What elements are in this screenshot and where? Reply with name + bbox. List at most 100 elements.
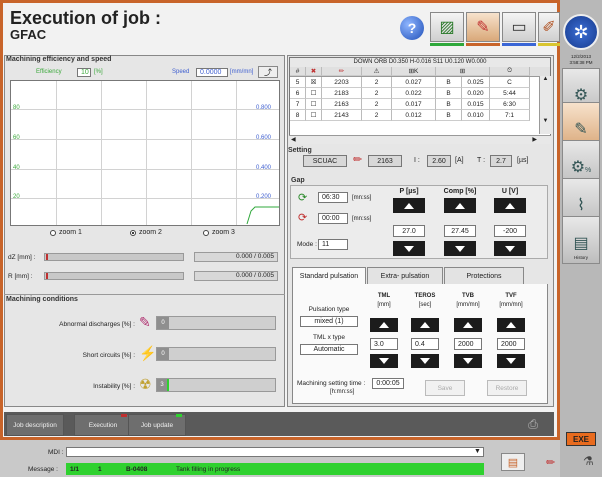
scroll-down-icon[interactable]: ▼ <box>540 118 551 124</box>
table-row[interactable]: 6 ☐ 2183 2 0.022 B 0.020 5:44 <box>290 88 550 99</box>
instability-label: Instability [%] : <box>93 383 135 390</box>
gap-title: Gap <box>291 177 305 184</box>
tvb-value[interactable]: 2000 <box>454 338 482 350</box>
zoom-1-radio[interactable]: zoom 1 <box>50 229 82 236</box>
u-value[interactable]: -200 <box>494 225 526 237</box>
restore-button[interactable]: Restore <box>487 380 527 396</box>
sidebar-item-history[interactable]: ▤ History <box>562 216 600 264</box>
teros-value[interactable]: 0.4 <box>411 338 439 350</box>
tml-increase-button[interactable] <box>370 318 398 332</box>
panel-button[interactable]: ▤ <box>501 453 525 471</box>
table-row[interactable]: 8 ☐ 2143 2 0.012 B 0.010 7:1 <box>290 110 550 121</box>
graph-mode-button[interactable]: ⤴ <box>258 66 278 78</box>
pen-icon[interactable]: ✏ <box>546 456 555 469</box>
tml-value[interactable]: 3.0 <box>370 338 398 350</box>
col-warning: ⚠ <box>362 67 392 76</box>
table-cell: 6:30 <box>490 99 530 110</box>
message-code: B-0408 <box>126 465 148 473</box>
table-hscrollbar[interactable]: ◀ ▶ <box>289 135 551 144</box>
graph-arrow-icon: ⤴ <box>264 67 272 77</box>
mdi-dropdown-icon[interactable]: ▼ <box>474 448 481 455</box>
arrow-up-icon <box>404 202 414 209</box>
comp-decrease-button[interactable] <box>444 241 476 256</box>
tvb-label: TVB <box>462 293 474 299</box>
mdi-input[interactable] <box>66 447 484 457</box>
dz-label: dZ [mm] : <box>8 254 36 261</box>
p-decrease-button[interactable] <box>393 241 425 256</box>
comp-value[interactable]: 27.45 <box>444 225 476 237</box>
wrench-button[interactable]: ✐ <box>538 12 560 42</box>
help-button[interactable]: ? <box>400 16 424 40</box>
arrow-up-icon <box>506 322 516 328</box>
save-button[interactable]: Save <box>425 380 465 396</box>
tvf-decrease-button[interactable] <box>497 354 525 368</box>
teros-increase-button[interactable] <box>411 318 439 332</box>
execution-tab[interactable]: Execution <box>74 414 132 436</box>
exe-badge[interactable]: EXE <box>566 432 596 446</box>
dz-bar <box>44 253 184 261</box>
table-cell: 0.022 <box>392 88 436 99</box>
edit-view-button[interactable]: ▨ <box>430 12 464 42</box>
wrench-icon: ✐ <box>542 19 556 36</box>
arrow-up-icon <box>463 322 473 328</box>
table-cell: 6 <box>290 88 306 99</box>
abnormal-label: Abnormal discharges [%] : <box>59 321 135 328</box>
col-number: # <box>290 67 306 76</box>
tml-type-value[interactable]: Automatic <box>300 344 358 355</box>
zoom-2-radio[interactable]: zoom 2 <box>130 229 162 236</box>
col-offset: ⊞ <box>436 67 490 76</box>
timer-red-icon: ⟳ <box>298 212 308 224</box>
zoom-label: zoom 1 <box>59 229 82 236</box>
job-description-tab[interactable]: Job description <box>6 414 64 436</box>
machine-status-icon[interactable]: ✲ <box>563 14 599 50</box>
flask-icon[interactable]: ⚗ <box>583 454 594 468</box>
teros-decrease-button[interactable] <box>411 354 439 368</box>
u-increase-button[interactable] <box>494 198 526 213</box>
table-info: DOWN ORB D0.350 H-0.016 S11 U0.120 W0.00… <box>290 58 550 67</box>
mode-value[interactable]: 11 <box>318 239 348 250</box>
message-count: 1/1 <box>70 465 80 473</box>
tab-standard-pulsation[interactable]: Standard pulsation <box>292 267 366 285</box>
job-name: GFAC <box>10 27 47 42</box>
zoom-3-radio[interactable]: zoom 3 <box>203 229 235 236</box>
arrow-up-icon <box>505 202 515 209</box>
p-increase-button[interactable] <box>393 198 425 213</box>
tools-button[interactable]: ✎ <box>466 12 500 42</box>
side-time: 3:58:38 PM <box>569 60 593 65</box>
tab-extra-pulsation[interactable]: Extra- pulsation <box>367 267 443 285</box>
speed-label: Speed <box>172 69 190 75</box>
table-row[interactable]: 5 ☒ 2203 2 0.027 B 0.025 C <box>290 77 550 88</box>
p-value[interactable]: 27.0 <box>393 225 425 237</box>
gap-time2[interactable]: 00:00 <box>318 213 348 224</box>
table-row[interactable]: 7 ☐ 2163 2 0.017 B 0.015 6:30 <box>290 99 550 110</box>
tvb-increase-button[interactable] <box>454 318 482 332</box>
tml-decrease-button[interactable] <box>370 354 398 368</box>
tvf-increase-button[interactable] <box>497 318 525 332</box>
tvf-value[interactable]: 2000 <box>497 338 525 350</box>
u-decrease-button[interactable] <box>494 241 526 256</box>
tvb-decrease-button[interactable] <box>454 354 482 368</box>
table-cell: ☐ <box>306 88 322 99</box>
camera-icon[interactable]: ⎙ <box>520 415 546 433</box>
efficiency-graph: 80 60 40 20 0.800 0.600 0.400 0.200 <box>10 80 280 226</box>
scroll-up-icon[interactable]: ▲ <box>540 76 551 82</box>
gap-time1-unit: [mn:ss] <box>352 195 372 201</box>
machining-title: Machining efficiency and speed <box>6 56 112 63</box>
abnormal-value: 0 <box>157 317 169 329</box>
abnormal-bar: 0 <box>156 316 276 330</box>
pulsation-type-value[interactable]: mixed (1) <box>300 316 358 327</box>
t-value: 2.7 <box>490 155 512 167</box>
arrow-down-icon <box>420 358 430 364</box>
scroll-right-icon[interactable]: ▶ <box>532 136 537 143</box>
scroll-left-icon[interactable]: ◀ <box>291 136 296 143</box>
arrow-down-icon <box>404 245 414 252</box>
gap-time1[interactable]: 06:30 <box>318 192 348 203</box>
tml-type-label: TML x type <box>313 334 345 341</box>
job-update-tab[interactable]: Job update <box>128 414 186 436</box>
folder-button[interactable]: ▭ <box>502 12 536 42</box>
table-cell: 7 <box>290 99 306 110</box>
table-scrollbar[interactable]: ▲ ▼ <box>539 76 551 134</box>
comp-increase-button[interactable] <box>444 198 476 213</box>
r-label: R [mm] : <box>8 273 33 280</box>
tab-protections[interactable]: Protections <box>444 267 524 285</box>
